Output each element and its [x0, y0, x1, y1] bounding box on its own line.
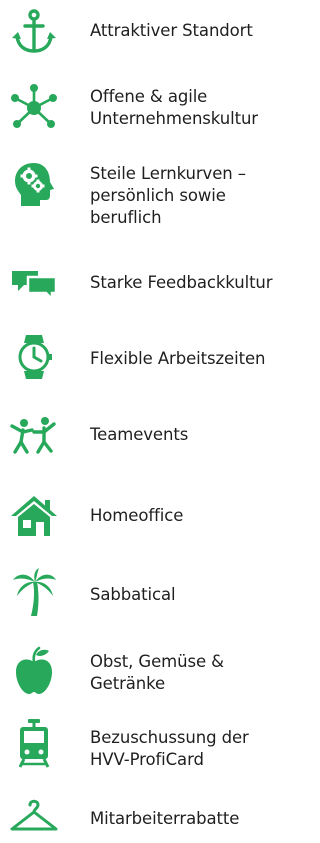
- anchor-icon: [8, 6, 60, 58]
- benefit-list: Attraktiver Standort Offene & agile Unte…: [0, 0, 312, 843]
- benefit-label: Mitarbeiterrabatte: [90, 809, 240, 828]
- people-dancing-icon: [8, 408, 60, 460]
- benefit-label: Steile Lernkurven – persönlich sowie ber…: [90, 164, 246, 227]
- benefit-label: Attraktiver Standort: [90, 21, 253, 40]
- house-icon: [8, 490, 60, 542]
- apple-icon: [8, 645, 60, 697]
- network-hub-icon: [8, 82, 60, 134]
- head-gears-icon: [8, 158, 60, 210]
- benefit-label: Obst, Gemüse & Getränke: [90, 652, 224, 693]
- benefit-label: Offene & agile Unternehmenskultur: [90, 87, 258, 128]
- palm-tree-icon: [8, 566, 60, 618]
- benefit-label: Homeoffice: [90, 506, 184, 525]
- benefit-label: Sabbatical: [90, 585, 176, 604]
- tram-icon: [8, 717, 60, 769]
- clothes-hanger-icon: [8, 791, 60, 843]
- wristwatch-icon: [8, 331, 60, 383]
- benefit-label: Flexible Arbeitszeiten: [90, 349, 266, 368]
- benefit-label: Bezuschussung der HVV-ProfiCard: [90, 728, 249, 769]
- benefit-label: Teamevents: [90, 425, 189, 444]
- benefit-label: Starke Feedbackkultur: [90, 273, 273, 292]
- speech-bubbles-icon: [8, 257, 60, 309]
